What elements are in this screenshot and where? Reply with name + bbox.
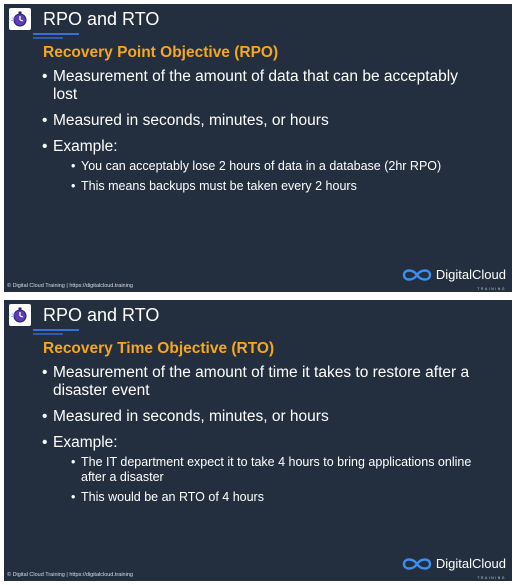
title-underline-secondary <box>33 333 63 335</box>
slide-footer: © Digital Cloud Training | https://digit… <box>7 283 133 289</box>
slide-rto: RPO and RTO Recovery Time Objective (RTO… <box>4 300 512 581</box>
bullet-item: Measurement of the amount of data that c… <box>42 68 482 104</box>
sub-bullet-item: You can acceptably lose 2 hours of data … <box>71 159 482 174</box>
sub-bullet-item: This would be an RTO of 4 hours <box>71 490 482 505</box>
slide-logo <box>9 304 31 326</box>
brand-name-text: DigitalCloud <box>435 556 506 571</box>
bullet-list: Measurement of the amount of time it tak… <box>42 364 482 513</box>
stopwatch-icon <box>11 11 27 27</box>
bullet-item-label: Example: <box>53 138 118 155</box>
brand-subtitle: TRAINING <box>477 287 506 291</box>
slide-rpo: RPO and RTO Recovery Point Objective (RP… <box>4 4 512 292</box>
sub-bullet-list: The IT department expect it to take 4 ho… <box>71 455 482 505</box>
title-underline-secondary <box>33 37 63 39</box>
brand-name-text: DigitalCloud <box>435 267 506 282</box>
brand-subtitle: TRAINING <box>477 576 506 580</box>
title-underline <box>33 33 79 35</box>
brand-name: DigitalCloud TRAINING <box>435 267 506 292</box>
sub-bullet-item: This means backups must be taken every 2… <box>71 179 482 194</box>
slide-title: RPO and RTO <box>43 9 160 29</box>
slide-footer: © Digital Cloud Training | https://digit… <box>7 572 133 578</box>
bullet-item: Measurement of the amount of time it tak… <box>42 364 482 400</box>
brand-logo: DigitalCloud TRAINING <box>401 554 506 581</box>
brand-logo: DigitalCloud TRAINING <box>401 265 506 292</box>
stopwatch-icon <box>11 307 27 323</box>
sub-bullet-item: The IT department expect it to take 4 ho… <box>71 455 482 485</box>
brand-name: DigitalCloud TRAINING <box>435 556 506 581</box>
bullet-item: Measured in seconds, minutes, or hours <box>42 112 482 130</box>
slide-logo <box>9 8 31 30</box>
bullet-item: Measured in seconds, minutes, or hours <box>42 408 482 426</box>
bullet-item-example: Example: You can acceptably lose 2 hours… <box>42 138 482 194</box>
bullet-item-example: Example: The IT department expect it to … <box>42 434 482 505</box>
bullet-item-label: Example: <box>53 434 118 451</box>
cloud-infinity-logo-icon <box>402 269 432 281</box>
slide-title: RPO and RTO <box>43 305 160 325</box>
title-underline <box>33 329 79 331</box>
slide-heading: Recovery Point Objective (RPO) <box>43 44 279 61</box>
slide-heading: Recovery Time Objective (RTO) <box>43 340 275 357</box>
sub-bullet-list: You can acceptably lose 2 hours of data … <box>71 159 482 194</box>
cloud-infinity-logo-icon <box>402 558 432 570</box>
bullet-list: Measurement of the amount of data that c… <box>42 68 482 202</box>
